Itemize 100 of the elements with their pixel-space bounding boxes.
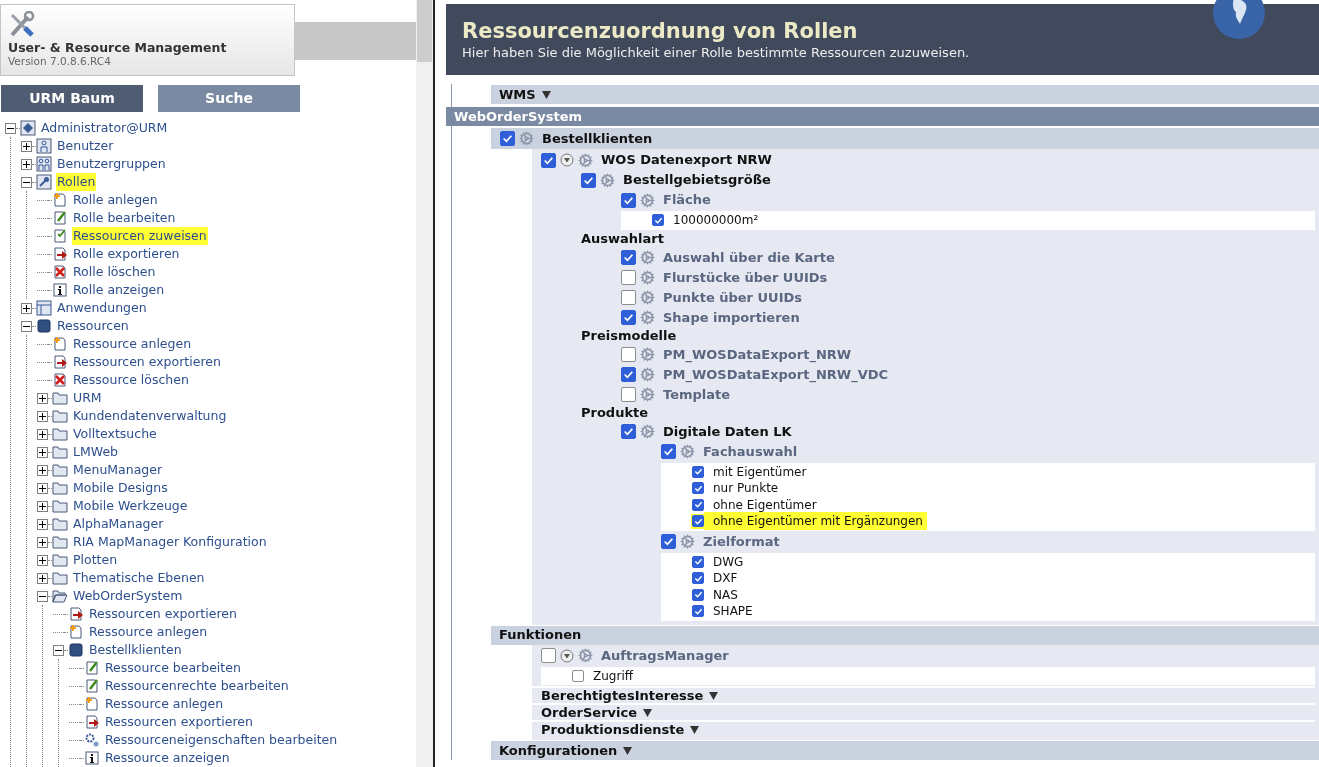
- tree-item[interactable]: Ressourcen exportieren: [104, 712, 254, 732]
- tree-item[interactable]: Ressource anlegen: [88, 622, 209, 642]
- tree-item[interactable]: Rolle exportieren: [72, 244, 181, 264]
- tree-item[interactable]: Mobile Werkzeuge: [72, 496, 189, 516]
- category-header[interactable]: WMS: [491, 85, 1319, 104]
- caret-icon[interactable]: [623, 746, 633, 755]
- tree-item[interactable]: Ressource anzeigen: [104, 748, 231, 767]
- tree-item[interactable]: Ressource anlegen: [104, 694, 225, 714]
- scrollbar-thumb[interactable]: [417, 0, 432, 62]
- checkbox[interactable]: [692, 465, 704, 478]
- expand-toggle[interactable]: [21, 320, 32, 332]
- group-heading: Produkte: [581, 404, 650, 422]
- checkbox[interactable]: [692, 482, 704, 495]
- category-header[interactable]: Produktionsdienste: [532, 720, 1315, 737]
- checkbox[interactable]: [500, 131, 515, 146]
- tree-item[interactable]: Volltextsuche: [72, 424, 158, 444]
- expand-toggle[interactable]: [37, 518, 48, 530]
- expand-toggle[interactable]: [37, 464, 48, 476]
- checkbox[interactable]: [541, 152, 556, 168]
- tree-item[interactable]: Ressource bearbeiten: [104, 658, 242, 678]
- checkbox[interactable]: [692, 572, 704, 585]
- category-header[interactable]: OrderService: [532, 703, 1315, 720]
- tree-item[interactable]: Mobile Designs: [72, 478, 169, 498]
- tree-item[interactable]: Administrator@URM: [40, 118, 169, 138]
- tree-item[interactable]: Anwendungen: [56, 298, 148, 318]
- tree-item[interactable]: Ressourcenrechte bearbeiten: [104, 676, 290, 696]
- checkbox[interactable]: [661, 534, 676, 549]
- category-header[interactable]: Funktionen: [491, 625, 1319, 645]
- checkbox[interactable]: [652, 214, 664, 227]
- expand-toggle[interactable]: [37, 572, 48, 584]
- tree-item[interactable]: Rolle löschen: [72, 262, 157, 282]
- checkbox[interactable]: [692, 605, 704, 618]
- expand-toggle[interactable]: [37, 554, 48, 566]
- tree-item[interactable]: RIA MapManager Konfiguration: [72, 532, 268, 552]
- tree-item[interactable]: Ressource anlegen: [72, 334, 193, 354]
- tree-item[interactable]: Ressourceneigenschaften bearbeiten: [104, 730, 339, 750]
- checkbox[interactable]: [621, 192, 636, 208]
- tree-item[interactable]: Kundendatenverwaltung: [72, 406, 228, 426]
- tree-item[interactable]: Plotten: [72, 550, 119, 570]
- checkbox[interactable]: [581, 172, 596, 188]
- expand-toggle[interactable]: [21, 302, 32, 314]
- tree-item[interactable]: Rolle anlegen: [72, 190, 159, 210]
- tree-item[interactable]: Ressourcen exportieren: [72, 352, 222, 372]
- checkbox[interactable]: [572, 669, 584, 682]
- checkbox[interactable]: [621, 250, 636, 265]
- expand-toggle[interactable]: [37, 392, 48, 404]
- expand-toggle[interactable]: [21, 140, 32, 152]
- tree-item[interactable]: Ressourcen: [56, 316, 130, 336]
- tree-item[interactable]: Rolle anzeigen: [72, 280, 166, 300]
- expand-toggle[interactable]: [21, 176, 32, 188]
- expand-toggle[interactable]: [53, 644, 64, 656]
- tab[interactable]: URM Baum: [1, 85, 143, 112]
- plus-icon: [39, 448, 46, 456]
- expand-toggle[interactable]: [37, 590, 48, 602]
- tree-item[interactable]: AlphaManager: [72, 514, 165, 534]
- tab[interactable]: Suche: [158, 85, 300, 112]
- checkbox[interactable]: [621, 367, 636, 382]
- expand-toggle[interactable]: [37, 482, 48, 494]
- caret-icon[interactable]: [690, 725, 700, 734]
- plus-icon: [39, 520, 46, 528]
- checkbox[interactable]: [621, 387, 636, 402]
- tree-item[interactable]: MenuManager: [72, 460, 164, 480]
- expand-toggle[interactable]: [21, 158, 32, 170]
- checkbox[interactable]: [692, 588, 704, 601]
- tree-item[interactable]: Ressourcen exportieren: [88, 604, 238, 624]
- tree-item[interactable]: Bestellklienten: [88, 640, 183, 660]
- expand-toggle[interactable]: [37, 410, 48, 422]
- expand-toggle[interactable]: [5, 122, 16, 134]
- checkbox[interactable]: [692, 555, 704, 568]
- caret-icon[interactable]: [541, 90, 551, 99]
- tree-item[interactable]: Thematische Ebenen: [72, 568, 206, 588]
- folder-icon: [52, 408, 68, 424]
- checkbox[interactable]: [621, 270, 636, 285]
- tree-item[interactable]: Rollen: [56, 172, 97, 192]
- caret-icon[interactable]: [709, 691, 719, 700]
- category-header[interactable]: BerechtigtesInteresse: [532, 686, 1315, 703]
- tree-item[interactable]: Rolle bearbeiten: [72, 208, 177, 228]
- checkbox[interactable]: [621, 347, 636, 362]
- expand-toggle[interactable]: [37, 500, 48, 512]
- checkbox[interactable]: [541, 648, 556, 663]
- caret-icon[interactable]: [643, 708, 653, 717]
- expand-toggle[interactable]: [37, 446, 48, 458]
- tree-item[interactable]: LMWeb: [72, 442, 119, 462]
- tree-item[interactable]: Benutzer: [56, 136, 115, 156]
- checkbox[interactable]: [661, 444, 676, 459]
- tree-item[interactable]: Benutzergruppen: [56, 154, 167, 174]
- checkbox[interactable]: [621, 310, 636, 325]
- expand-circle-icon[interactable]: [560, 153, 574, 167]
- checkbox[interactable]: [621, 290, 636, 305]
- checkbox[interactable]: [692, 498, 704, 511]
- tree-item[interactable]: Ressource löschen: [72, 370, 190, 390]
- expand-circle-icon[interactable]: [560, 648, 574, 663]
- tree-item[interactable]: WebOrderSystem: [72, 586, 184, 606]
- checkbox[interactable]: [692, 515, 704, 528]
- category-header[interactable]: Konfigurationen: [491, 741, 1319, 760]
- checkbox[interactable]: [621, 424, 636, 439]
- expand-toggle[interactable]: [37, 536, 48, 548]
- expand-toggle[interactable]: [37, 428, 48, 440]
- tree-item[interactable]: URM: [72, 388, 103, 408]
- tree-item[interactable]: Ressourcen zuweisen: [72, 226, 208, 246]
